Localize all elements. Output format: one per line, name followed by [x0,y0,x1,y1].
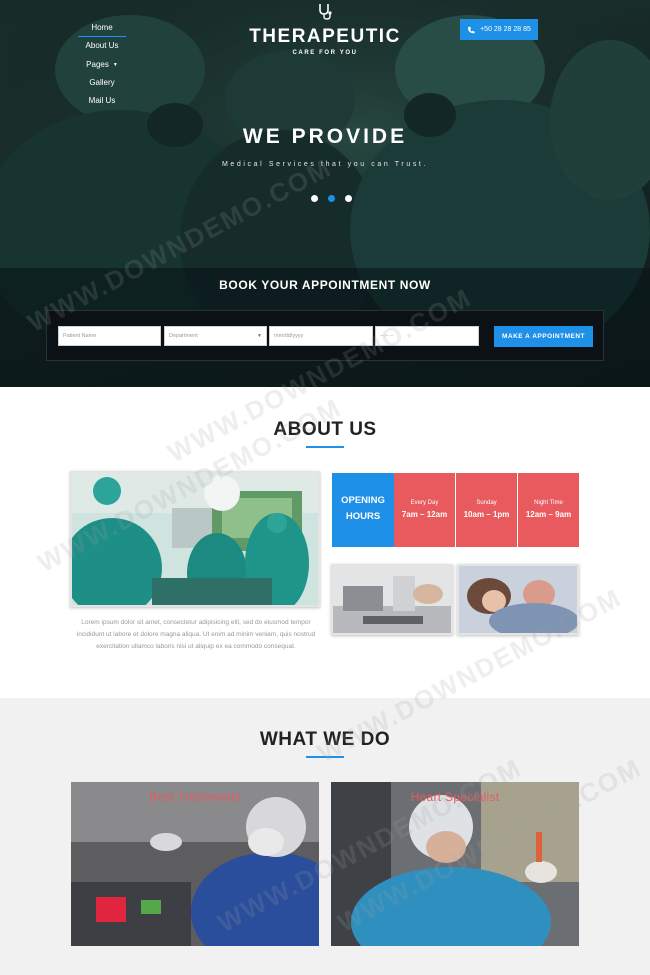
opening-hours-label: OPENING HOURS [332,473,394,547]
what-we-do-underline [306,756,344,758]
nav-item-pages-label: Pages [86,59,109,69]
phone-button[interactable]: +50 28 28 28 85 [460,19,538,40]
newborn-image [457,564,579,635]
chevron-down-icon: ▼ [257,333,262,339]
hours-night-time: Night Time 12am – 9am [518,473,579,547]
department-select[interactable]: Department ▼ [164,326,267,346]
slider-dot-3[interactable] [345,195,352,202]
brand-title: THERAPEUTIC [249,26,401,47]
mother-baby-photo [459,566,577,633]
hours-time: 12am – 9am [525,510,572,519]
slider-dots [311,195,352,202]
booking-title: BOOK YOUR APPOINTMENT NOW [219,278,431,292]
hours-sunday: Sunday 10am – 1pm [456,473,517,547]
lab-worker-photo [71,782,319,946]
opening-hours-panel: OPENING HOURS Every Day 7am – 12am Sunda… [332,473,579,547]
slider-dot-1[interactable] [311,195,318,202]
brand-subtitle: CARE FOR YOU [292,50,358,56]
lab-photo [333,566,451,633]
main-nav: Home About Us Pages ▼ Gallery Mail Us [78,19,126,110]
make-appointment-button[interactable]: MAKE A APPOINTMENT [494,326,593,347]
brand-logo[interactable]: THERAPEUTIC CARE FOR YOU [230,3,420,56]
phone-number: +50 28 28 28 85 [480,26,531,33]
hours-time: 10am – 1pm [463,510,510,519]
stethoscope-icon [319,4,332,20]
nav-item-mail-us[interactable]: Mail Us [78,92,126,110]
about-surgery-image [70,471,320,607]
date-input[interactable]: mm/dd/yyyy [269,326,373,346]
about-title: ABOUT US [273,419,377,440]
hero-subtitle: Medical Services that you can Trust. [221,161,429,168]
about-title-underline [306,446,344,448]
about-description: Lorem ipsum dolor sit amet, consectetur … [76,619,316,651]
service-card-heart[interactable]: Heart Specialist [331,782,579,946]
patient-name-input[interactable]: Patient Name [58,326,161,346]
hero-title: WE PROVIDE [242,125,408,148]
nav-item-gallery[interactable]: Gallery [78,74,126,92]
service-card-treatments[interactable]: Best Treatments [71,782,319,946]
nav-item-about-us[interactable]: About Us [78,37,126,55]
department-placeholder: Department [169,333,198,339]
service-title: Heart Specialist [410,790,500,804]
hours-day: Sunday [476,500,497,506]
surgery-room-photo [72,473,318,605]
slider-dot-2[interactable] [328,195,335,202]
hours-day: Night Time [534,500,563,506]
nav-item-home[interactable]: Home [78,19,126,38]
what-we-do-title: WHAT WE DO [259,729,391,750]
phone-icon [468,26,475,33]
hours-time: 7am – 12am [401,510,448,519]
booking-form: Patient Name Department ▼ mm/dd/yyyy --:… [46,310,604,361]
hours-day: Every Day [410,500,439,506]
time-input[interactable]: --:-- -- [375,326,479,346]
lab-equipment-image [331,564,453,635]
hours-every-day: Every Day 7am – 12am [394,473,455,547]
caret-down-icon: ▼ [112,61,118,68]
nav-item-pages[interactable]: Pages ▼ [78,56,126,74]
service-title: Best Treatments [149,790,241,804]
doctor-lab-photo [331,782,579,946]
